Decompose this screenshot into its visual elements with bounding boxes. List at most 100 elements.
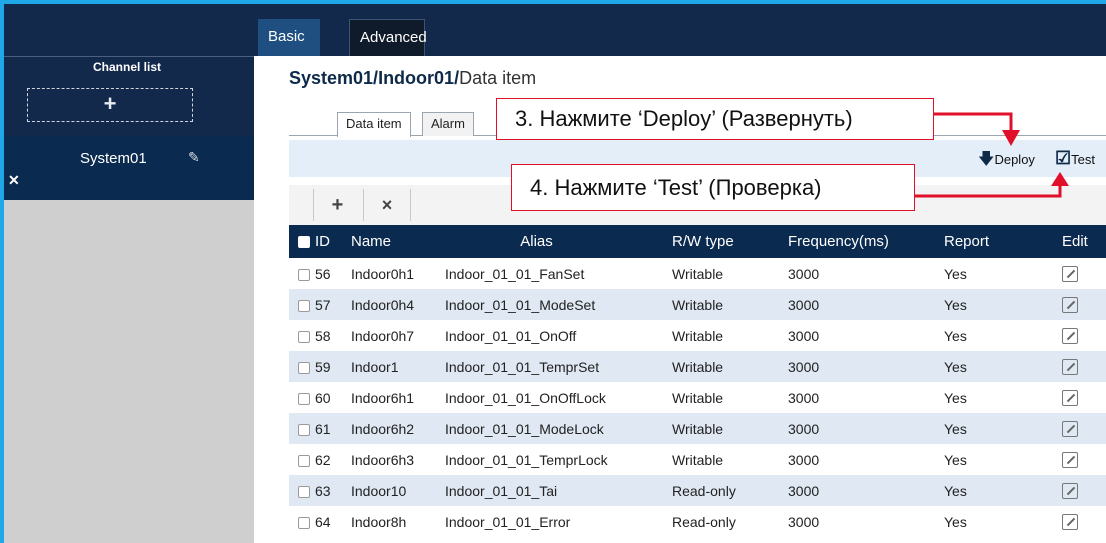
header-name[interactable]: Name (347, 225, 441, 258)
row-name: Indoor0h4 (347, 289, 441, 320)
row-report: Yes (940, 382, 1060, 413)
edit-icon[interactable] (1062, 328, 1078, 345)
tab-data-item[interactable]: Data item (337, 112, 411, 137)
header-rw-type[interactable]: R/W type (668, 225, 784, 258)
pencil-icon[interactable]: ✎ (188, 149, 200, 166)
edit-icon[interactable] (1062, 452, 1078, 469)
row-report: Yes (940, 506, 1060, 537)
tab-alarm[interactable]: Alarm (422, 112, 474, 136)
table-row[interactable]: 62 Indoor6h3 Indoor_01_01_TemprLock Writabl… (289, 444, 1106, 475)
row-alias: Indoor_01_01_TemprLock (441, 444, 668, 475)
breadcrumb-indoor[interactable]: Indoor01/ (378, 68, 459, 88)
row-id: 56 (315, 258, 347, 289)
edit-icon[interactable] (1062, 514, 1078, 531)
table-row[interactable]: 59 Indoor1 Indoor_01_01_TemprSet Writable 30… (289, 351, 1106, 382)
table-header-row: ID Name Alias R/W type Frequency(ms) Rep… (289, 225, 1106, 258)
sidebar-item-system01[interactable]: System01 ✎ ✕ (0, 136, 254, 200)
edit-icon[interactable] (1062, 297, 1078, 314)
row-checkbox[interactable] (298, 485, 310, 498)
row-checkbox[interactable] (298, 361, 310, 374)
delete-row-button[interactable]: × (363, 189, 411, 221)
edit-icon[interactable] (1062, 421, 1078, 438)
row-checkbox[interactable] (298, 299, 310, 312)
top-bar: Basic Advanced (0, 0, 1106, 56)
add-channel-button[interactable]: + (27, 88, 193, 122)
table-row[interactable]: 63 Indoor10 Indoor_01_01_Tai Read-only 3000 Y… (289, 475, 1106, 506)
add-row-button[interactable]: + (313, 189, 361, 221)
header-id[interactable]: ID (315, 225, 347, 258)
row-checkbox[interactable] (298, 330, 310, 343)
header-alias[interactable]: Alias (441, 225, 668, 258)
row-rw-type: Writable (668, 413, 784, 444)
row-id: 59 (315, 351, 347, 382)
row-id: 61 (315, 413, 347, 444)
table-row[interactable]: 60 Indoor6h1 Indoor_01_01_OnOffLock Writabl… (289, 382, 1106, 413)
header-frequency[interactable]: Frequency(ms) (784, 225, 940, 258)
select-all-cell (289, 225, 315, 258)
row-rw-type: Writable (668, 320, 784, 351)
row-alias: Indoor_01_01_OnOffLock (441, 382, 668, 413)
edit-icon[interactable] (1062, 359, 1078, 376)
tab-advanced[interactable]: Advanced (349, 19, 427, 56)
row-name: Indoor8h (347, 506, 441, 537)
tab-basic[interactable]: Basic (258, 19, 320, 56)
row-alias: Indoor_01_01_FanSet (441, 258, 668, 289)
row-checkbox[interactable] (298, 423, 310, 436)
row-alias: Indoor_01_01_TemprSet (441, 351, 668, 382)
row-frequency: 3000 (784, 382, 940, 413)
edit-icon[interactable] (1062, 483, 1078, 500)
data-item-table: ID Name Alias R/W type Frequency(ms) Rep… (289, 225, 1106, 537)
row-report: Yes (940, 289, 1060, 320)
row-select-cell (289, 289, 315, 320)
row-select-cell (289, 382, 315, 413)
table-row[interactable]: 56 Indoor0h1 Indoor_01_01_FanSet Writable 30… (289, 258, 1106, 289)
row-edit-cell (1060, 413, 1106, 444)
row-report: Yes (940, 413, 1060, 444)
row-frequency: 3000 (784, 351, 940, 382)
row-select-cell (289, 475, 315, 506)
row-name: Indoor10 (347, 475, 441, 506)
edit-icon[interactable] (1062, 266, 1078, 283)
table-body: 56 Indoor0h1 Indoor_01_01_FanSet Writable 30… (289, 258, 1106, 537)
annotation-step-4: 4. Нажмите ‘Test’ (Проверка) (511, 164, 915, 211)
table-row[interactable]: 61 Indoor6h2 Indoor_01_01_ModeLock Writable… (289, 413, 1106, 444)
breadcrumb-current: Data item (459, 68, 537, 88)
select-all-checkbox[interactable] (298, 236, 310, 249)
row-rw-type: Writable (668, 382, 784, 413)
row-frequency: 3000 (784, 506, 940, 537)
row-id: 64 (315, 506, 347, 537)
row-checkbox[interactable] (298, 516, 310, 529)
table-row[interactable]: 64 Indoor8h Indoor_01_01_Error Read-only 300… (289, 506, 1106, 537)
row-edit-cell (1060, 289, 1106, 320)
row-report: Yes (940, 475, 1060, 506)
row-edit-cell (1060, 351, 1106, 382)
close-icon[interactable]: ✕ (8, 172, 20, 189)
row-alias: Indoor_01_01_ModeSet (441, 289, 668, 320)
table-row[interactable]: 58 Indoor0h7 Indoor_01_01_OnOff Writable 300… (289, 320, 1106, 351)
row-rw-type: Writable (668, 258, 784, 289)
row-report: Yes (940, 320, 1060, 351)
row-name: Indoor0h1 (347, 258, 441, 289)
row-frequency: 3000 (784, 289, 940, 320)
test-button[interactable]: ☑Test (1055, 148, 1095, 169)
header-report[interactable]: Report (940, 225, 1060, 258)
row-frequency: 3000 (784, 413, 940, 444)
row-name: Indoor6h2 (347, 413, 441, 444)
row-alias: Indoor_01_01_OnOff (441, 320, 668, 351)
row-checkbox[interactable] (298, 392, 310, 405)
row-rw-type: Writable (668, 289, 784, 320)
row-checkbox[interactable] (298, 268, 310, 281)
row-name: Indoor0h7 (347, 320, 441, 351)
row-checkbox[interactable] (298, 454, 310, 467)
checkbox-check-icon: ☑ (1055, 148, 1072, 168)
row-edit-cell (1060, 382, 1106, 413)
row-id: 60 (315, 382, 347, 413)
row-id: 58 (315, 320, 347, 351)
breadcrumb-system[interactable]: System01/ (289, 68, 378, 88)
row-select-cell (289, 351, 315, 382)
table-row[interactable]: 57 Indoor0h4 Indoor_01_01_ModeSet Writable 3… (289, 289, 1106, 320)
edit-icon[interactable] (1062, 390, 1078, 407)
row-select-cell (289, 320, 315, 351)
deploy-button[interactable]: 🡇Deploy (978, 148, 1035, 175)
sidebar-item-label: System01 (80, 150, 147, 167)
